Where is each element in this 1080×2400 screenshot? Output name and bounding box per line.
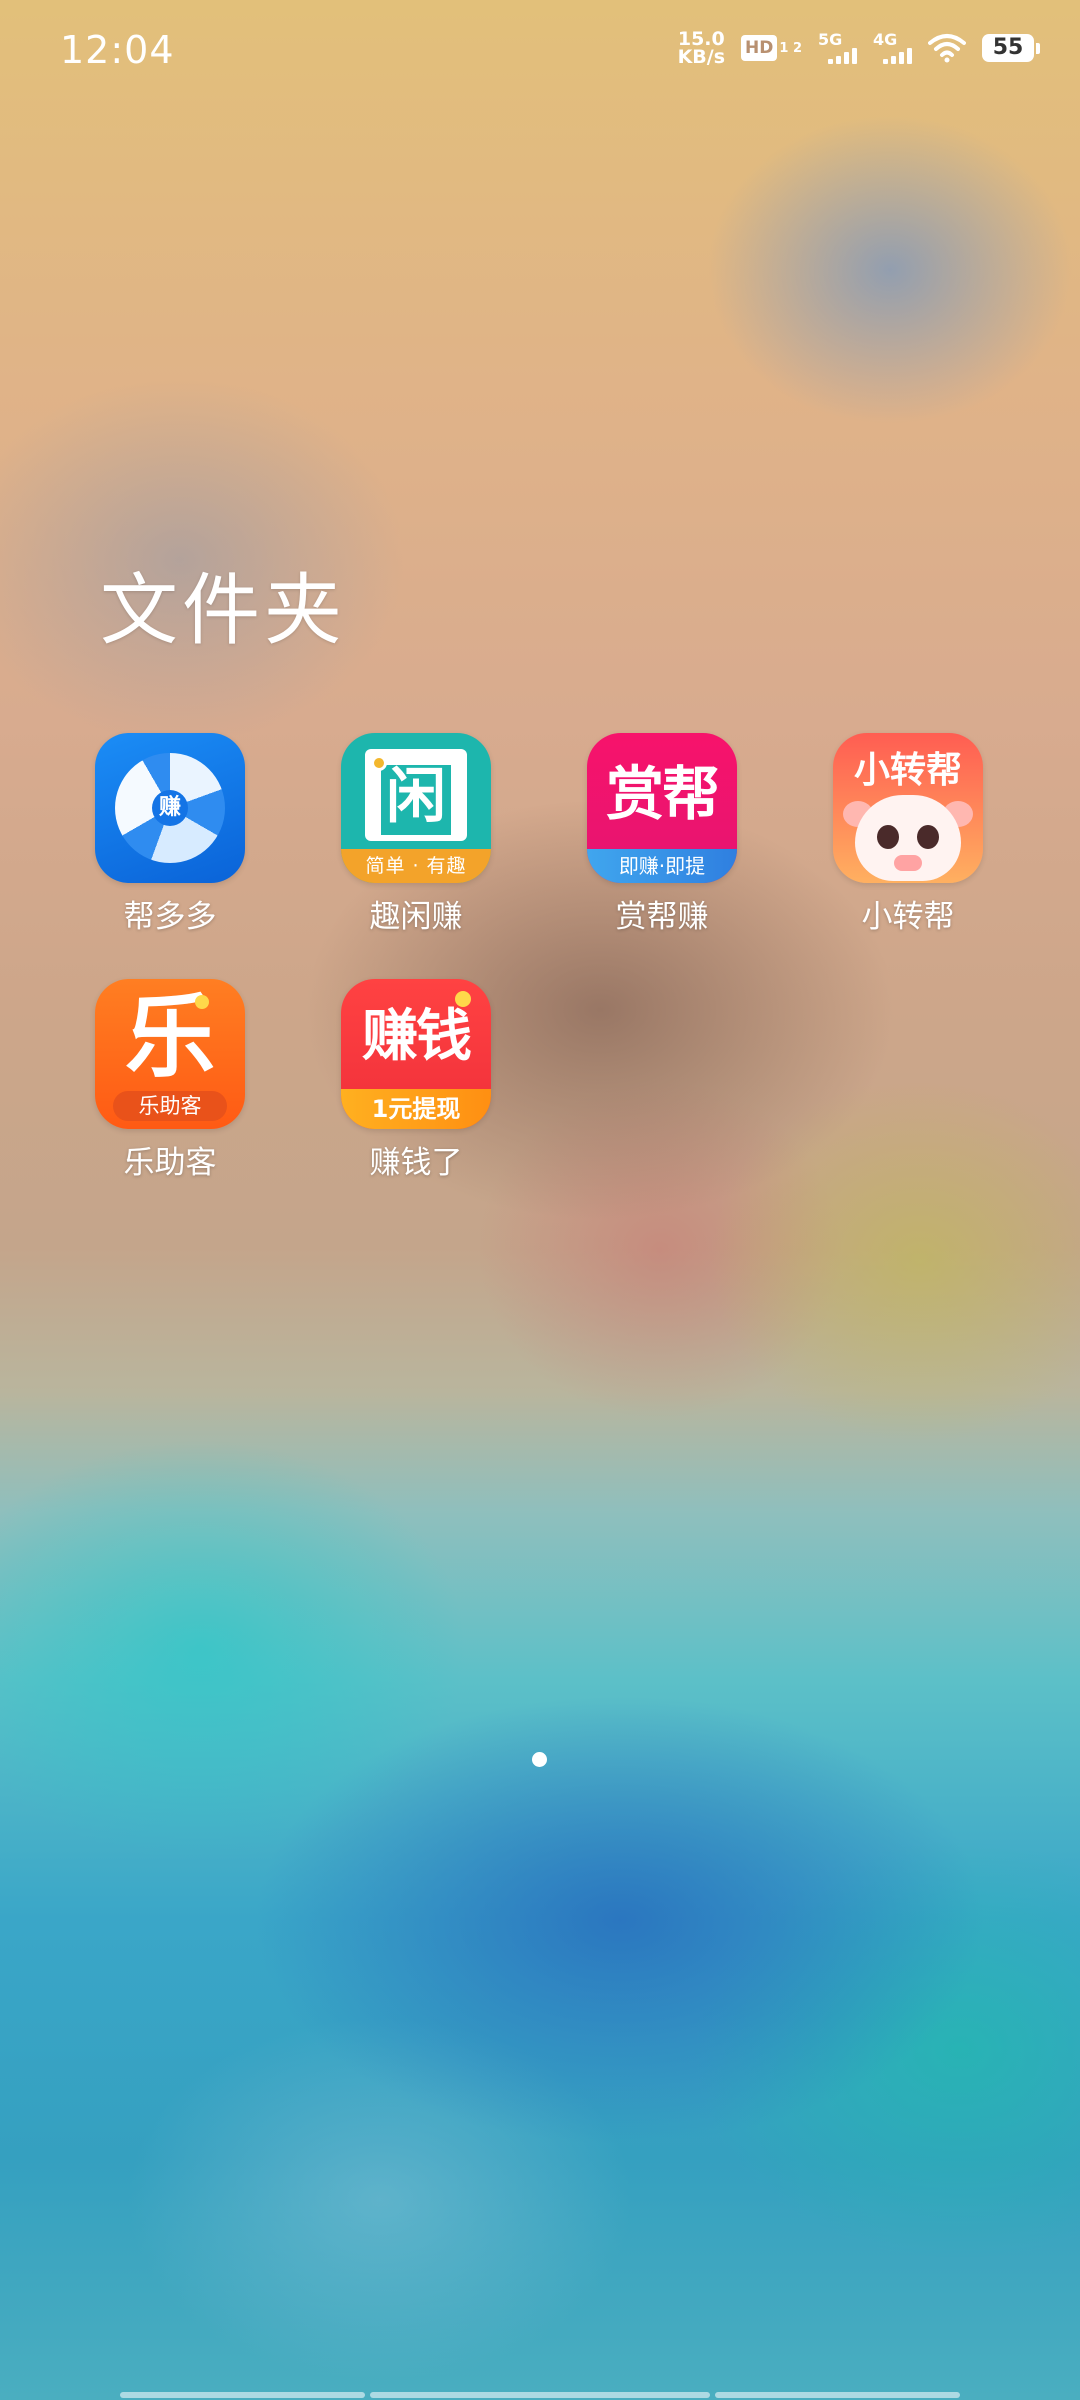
bangduoduo-icon-text: 赚 — [152, 790, 188, 826]
gesture-nav-bar[interactable] — [0, 2392, 1080, 2400]
quxianzhuan-icon-band: 简单 · 有趣 — [341, 849, 491, 883]
nav-segment — [120, 2392, 365, 2398]
app-zhuanqianle[interactable]: 赚钱 1元提现 赚钱了 — [331, 979, 501, 1182]
app-label: 帮多多 — [123, 899, 217, 935]
xiaozhuanbang-icon-text: 小转帮 — [853, 750, 962, 791]
zhuanqianle-app-icon[interactable]: 赚钱 1元提现 — [341, 979, 491, 1129]
app-lezhuke[interactable]: 乐 乐助客 乐助客 — [85, 979, 255, 1182]
shangbangzhuan-icon-text: 赏帮 — [605, 760, 720, 828]
network-speed: 15.0 KB/s — [677, 30, 726, 68]
lezhuke-app-icon[interactable]: 乐 乐助客 — [95, 979, 245, 1129]
folder-title[interactable]: 文件夹 — [100, 548, 346, 660]
shangbangzhuan-icon-band: 即赚·即提 — [587, 849, 737, 883]
hd-voice-icon: HD 1 2 — [741, 35, 802, 61]
battery-icon: 55 — [982, 34, 1040, 62]
hd-badge: HD — [741, 35, 778, 61]
nav-segment — [370, 2392, 710, 2398]
quxianzhuan-app-icon[interactable]: 闲 简单 · 有趣 — [341, 733, 491, 883]
lezhuke-icon-text: 乐 — [125, 985, 215, 1090]
app-label: 赚钱了 — [369, 1145, 463, 1181]
signal-4g-label: 4G — [873, 30, 898, 49]
app-quxianzhuan[interactable]: 闲 简单 · 有趣 趣闲赚 — [331, 733, 501, 936]
app-label: 乐助客 — [123, 1145, 217, 1181]
app-label: 小转帮 — [861, 899, 955, 935]
app-label: 趣闲赚 — [369, 899, 463, 935]
clock: 12:04 — [60, 28, 175, 72]
status-bar: 12:04 15.0 KB/s HD 1 2 5G 4G 55 — [0, 0, 1080, 108]
signal-4g-icon: 4G — [873, 32, 912, 64]
bangduoduo-app-icon[interactable]: 赚 — [95, 733, 245, 883]
hd-sub: 1 2 — [779, 40, 802, 56]
signal-5g-label: 5G — [818, 30, 843, 49]
xiaozhuanbang-app-icon[interactable]: 小转帮 — [833, 733, 983, 883]
network-speed-unit: KB/s — [677, 46, 726, 68]
wifi-icon — [928, 34, 966, 63]
app-shangbangzhuan[interactable]: 赏帮 即赚·即提 赏帮赚 — [577, 733, 747, 936]
status-icons: 15.0 KB/s HD 1 2 5G 4G 55 — [677, 30, 1040, 68]
app-xiaozhuanbang[interactable]: 小转帮 小转帮 — [823, 733, 993, 936]
app-label: 赏帮赚 — [615, 899, 709, 935]
quxianzhuan-icon-text: 闲 — [386, 762, 446, 832]
battery-level: 55 — [982, 34, 1034, 62]
page-indicator-dot[interactable] — [532, 1752, 547, 1767]
lezhuke-icon-band: 乐助客 — [113, 1091, 227, 1121]
app-bangduoduo[interactable]: 赚 帮多多 — [85, 733, 255, 936]
shangbangzhuan-app-icon[interactable]: 赏帮 即赚·即提 — [587, 733, 737, 883]
nav-segment — [715, 2392, 960, 2398]
zhuanqianle-icon-band: 1元提现 — [341, 1089, 491, 1129]
signal-5g-icon: 5G — [818, 32, 857, 64]
